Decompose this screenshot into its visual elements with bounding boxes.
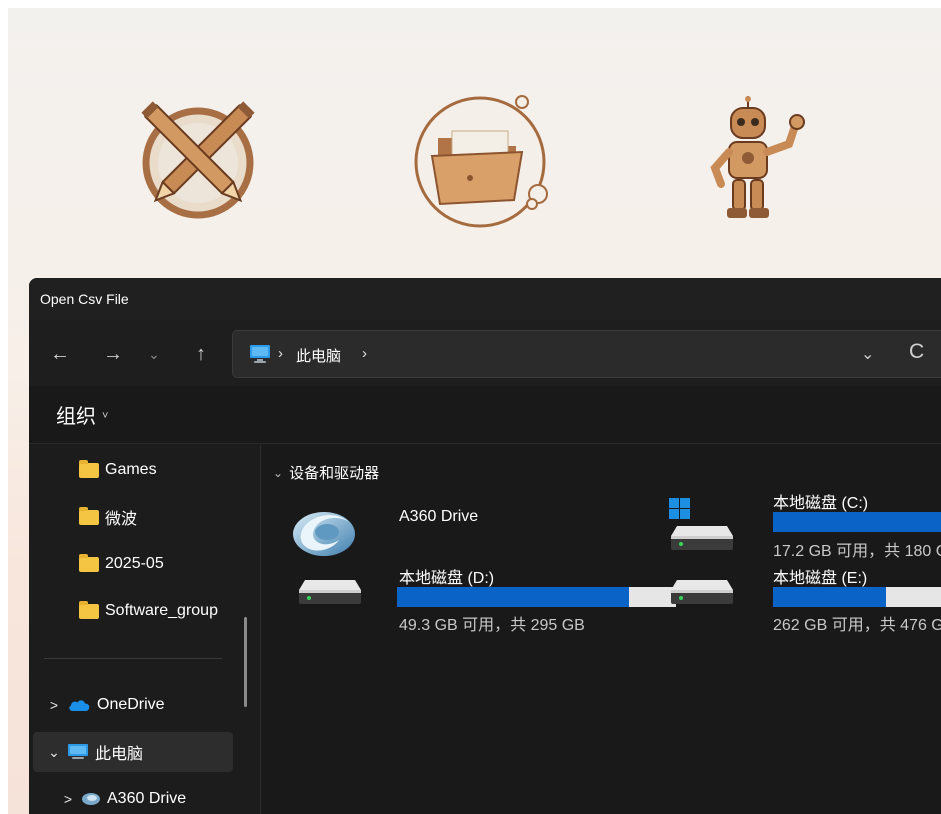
drive-c-usage-fill <box>773 512 941 532</box>
drive-c-usage-text: 17.2 GB 可用，共 180 GB <box>773 543 941 560</box>
sidebar-item-label: 微波 <box>105 511 138 528</box>
navigation-bar: ← → ⌄ ↑ › 此电脑 › ⌄ C <box>29 320 941 386</box>
open-file-dialog: Open Csv File ← → ⌄ ↑ › 此电脑 › ⌄ C 组织 ˅ G… <box>29 278 941 814</box>
sidebar-item-onedrive[interactable]: > OneDrive <box>29 685 233 725</box>
sidebar-item-label: OneDrive <box>97 696 165 713</box>
caret-down-icon: ˅ <box>102 410 109 422</box>
folder-icon <box>79 506 99 525</box>
drive-d-usage-bar <box>397 587 676 607</box>
group-header-devices[interactable]: ⌄ 设备和驱动器 <box>273 462 379 483</box>
sidebar-item-label: 此电脑 <box>95 746 144 763</box>
a360-drive-icon <box>81 791 101 807</box>
sidebar-divider <box>44 658 222 659</box>
a360-drive-label: A360 Drive <box>399 508 479 525</box>
drive-e-usage-bar <box>773 587 941 607</box>
arrow-up-icon: ↑ <box>196 342 206 365</box>
sidebar-item-a360-drive[interactable]: > A360 Drive <box>29 779 233 814</box>
hard-drive-icon <box>669 576 735 621</box>
chevron-down-icon: ⌄ <box>273 465 284 480</box>
robot-app-icon[interactable] <box>703 96 823 236</box>
navigation-pane: Games 微波 2025-05 Software_group > OneDri… <box>29 445 261 814</box>
organize-label: 组织 <box>56 406 96 428</box>
breadcrumb-separator-icon: › <box>278 345 283 362</box>
drive-c-usage-bar <box>773 512 941 532</box>
computer-icon <box>67 743 89 761</box>
breadcrumb-separator-icon[interactable]: › <box>362 345 367 362</box>
dialog-titlebar: Open Csv File <box>29 278 941 320</box>
refresh-icon[interactable]: C <box>909 340 924 364</box>
chevron-right-icon[interactable]: > <box>55 791 81 807</box>
chevron-down-icon[interactable]: ⌄ <box>41 744 67 761</box>
organize-button[interactable]: 组织 ˅ <box>56 400 108 429</box>
drive-e-usage-text: 262 GB 可用，共 476 GB <box>773 617 941 634</box>
drive-d-label: 本地磁盘 (D:) <box>399 570 495 587</box>
address-bar[interactable]: › 此电脑 › ⌄ C <box>232 330 941 378</box>
drive-e-tile[interactable]: 本地磁盘 (E:) 262 GB 可用，共 476 GB <box>667 560 941 650</box>
sidebar-item-label: A360 Drive <box>107 790 187 807</box>
sidebar-scrollbar[interactable] <box>244 617 247 707</box>
drive-e-label: 本地磁盘 (E:) <box>773 570 868 587</box>
chevron-right-icon[interactable]: > <box>41 697 67 713</box>
drive-d-usage-fill <box>397 587 630 607</box>
sidebar-item-label: 2025-05 <box>105 555 164 572</box>
address-dropdown-icon[interactable]: ⌄ <box>861 344 874 364</box>
folder-icon <box>79 459 99 478</box>
folder-icon <box>79 600 99 619</box>
back-button[interactable]: ← <box>46 340 74 368</box>
dialog-title: Open Csv File <box>40 291 129 307</box>
sidebar-item-weibo[interactable]: 微波 <box>29 497 233 537</box>
sidebar-item-this-pc[interactable]: ⌄ 此电脑 <box>33 732 233 772</box>
sidebar-item-software-group[interactable]: Software_group <box>29 591 225 631</box>
group-title: 设备和驱动器 <box>289 465 380 482</box>
breadcrumb-this-pc[interactable]: 此电脑 <box>296 345 341 366</box>
folder-icon <box>79 553 99 572</box>
pencils-app-icon[interactable] <box>135 96 260 226</box>
drive-e-usage-fill <box>773 587 886 607</box>
drive-d-tile[interactable]: 本地磁盘 (D:) 49.3 GB 可用，共 295 GB <box>287 560 676 650</box>
content-pane: ⌄ 设备和驱动器 A360 Drive 本地磁盘 (C:) 17.2 GB 可用… <box>262 445 941 814</box>
command-bar: 组织 ˅ <box>29 386 941 444</box>
up-button[interactable]: ↑ <box>187 340 215 368</box>
sidebar-item-label: Software_group <box>105 602 218 619</box>
arrow-right-icon: → <box>103 342 123 365</box>
windows-drive-icon <box>669 498 735 563</box>
arrow-left-icon: ← <box>50 342 70 365</box>
recent-locations-button[interactable]: ⌄ <box>140 340 168 368</box>
drive-d-usage-text: 49.3 GB 可用，共 295 GB <box>399 617 585 634</box>
onedrive-icon <box>67 697 91 713</box>
forward-button[interactable]: → <box>99 340 127 368</box>
a360-drive-icon <box>291 500 357 567</box>
computer-icon <box>249 344 271 369</box>
drive-c-label: 本地磁盘 (C:) <box>773 495 869 512</box>
hard-drive-icon <box>297 576 363 621</box>
sidebar-item-2025-05[interactable]: 2025-05 <box>29 544 233 584</box>
sidebar-item-games[interactable]: Games <box>29 450 233 490</box>
chevron-down-icon: ⌄ <box>148 345 160 362</box>
sidebar-item-label: Games <box>105 461 157 478</box>
folder-app-icon[interactable] <box>410 86 560 236</box>
